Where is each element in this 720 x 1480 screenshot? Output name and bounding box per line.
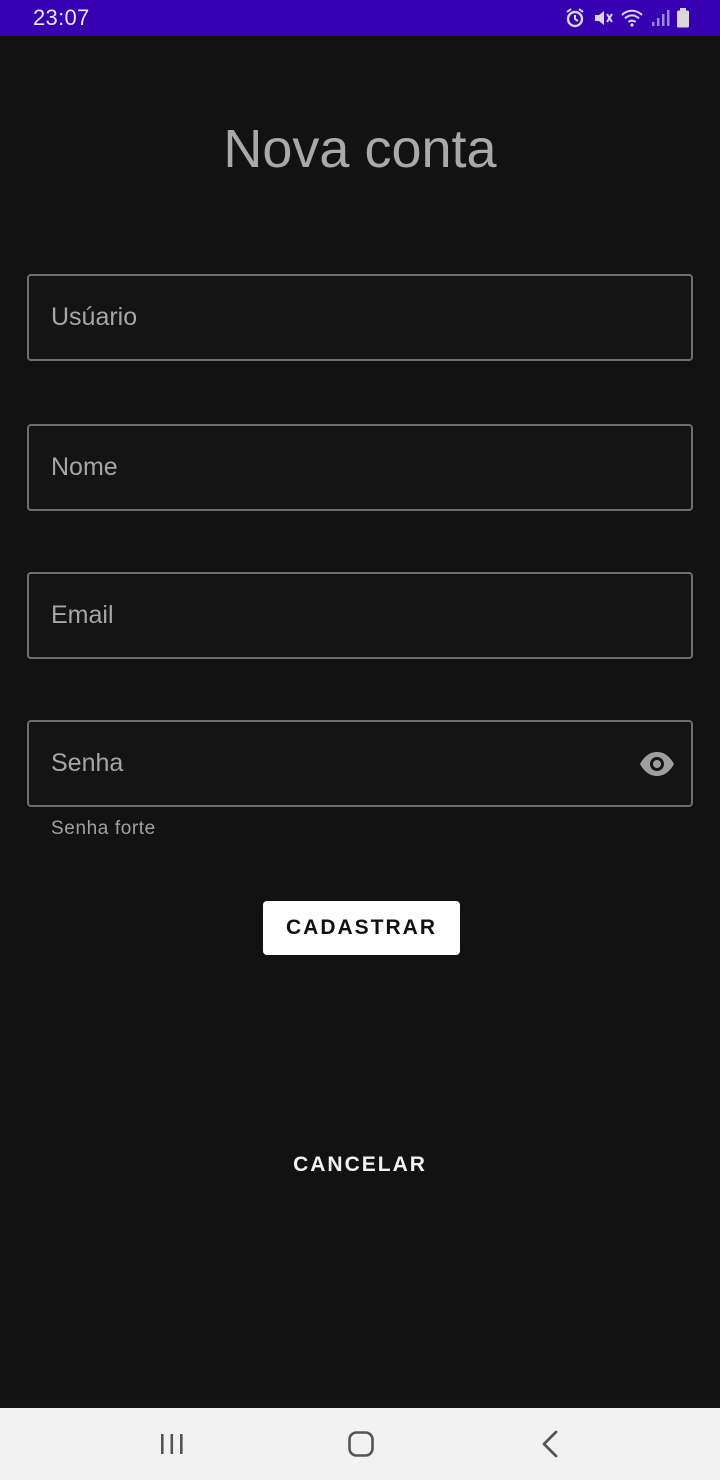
nome-field[interactable] bbox=[27, 424, 693, 511]
eye-icon[interactable] bbox=[639, 749, 675, 779]
page-title: Nova conta bbox=[223, 119, 497, 179]
status-bar: 23:07 bbox=[0, 0, 720, 36]
back-icon[interactable] bbox=[530, 1426, 570, 1462]
mute-icon bbox=[592, 8, 614, 28]
email-input[interactable] bbox=[29, 574, 691, 657]
status-time: 23:07 bbox=[33, 5, 90, 30]
senha-input[interactable] bbox=[29, 722, 691, 805]
cancelar-button[interactable]: CANCELAR bbox=[260, 1142, 460, 1188]
senha-helper-text: Senha forte bbox=[51, 818, 156, 839]
usuario-field[interactable] bbox=[27, 274, 693, 361]
status-icons bbox=[564, 8, 690, 28]
email-field[interactable] bbox=[27, 572, 693, 659]
alarm-icon bbox=[564, 8, 586, 28]
signal-icon bbox=[650, 8, 670, 28]
nome-input[interactable] bbox=[29, 426, 691, 509]
nav-bar bbox=[0, 1408, 720, 1480]
cadastrar-button[interactable]: CADASTRAR bbox=[263, 901, 460, 955]
usuario-input[interactable] bbox=[29, 276, 691, 359]
battery-icon bbox=[676, 8, 690, 28]
home-icon[interactable] bbox=[341, 1426, 381, 1462]
wifi-icon bbox=[620, 8, 644, 28]
senha-field[interactable] bbox=[27, 720, 693, 807]
recent-apps-icon[interactable] bbox=[152, 1426, 192, 1462]
